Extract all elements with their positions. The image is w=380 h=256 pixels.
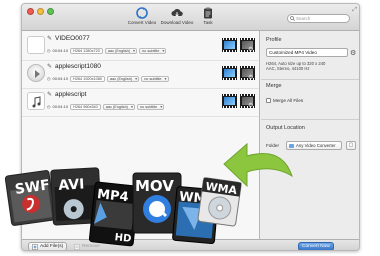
video-info-badge: H264 1920x1080 — [70, 75, 106, 82]
toolbar: Convert Video Download Video Task Search — [22, 4, 359, 31]
remove-button[interactable]: Remove — [70, 242, 104, 250]
profile-value: Customized MP4 Video — [269, 50, 317, 55]
gear-icon: ⚙ — [248, 103, 254, 109]
video-settings-icon[interactable]: ⚙ — [240, 94, 255, 109]
file-thumbnail — [27, 92, 45, 110]
gear-icon: ⚙ — [248, 47, 254, 53]
fullscreen-icon[interactable]: ⤢ — [352, 7, 357, 14]
edit-pencil-icon[interactable]: ✎ — [47, 35, 52, 42]
file-item[interactable]: ✎ applescript1080 ◷ 00:04:10 H264 1920x1… — [22, 61, 259, 89]
task-button[interactable]: Task — [188, 7, 228, 25]
file-duration: 00:04:10 — [52, 48, 69, 53]
subtitle-select[interactable]: no subtitle — [139, 47, 167, 54]
profile-heading: Profile — [266, 37, 282, 43]
film-strip-top — [240, 66, 255, 68]
merge-heading: Merge — [266, 83, 282, 89]
film-frame — [224, 41, 235, 49]
film-strip-bottom — [222, 78, 237, 80]
window-controls — [27, 8, 54, 15]
search-icon — [290, 16, 295, 21]
divider — [261, 79, 359, 80]
output-folder-value: Any Video Converter — [296, 143, 336, 148]
film-strip-bottom — [222, 106, 237, 108]
divider — [261, 119, 359, 120]
add-file-icon — [32, 243, 38, 250]
add-files-label: Add File(s) — [40, 244, 64, 249]
clock-icon: ◷ — [47, 76, 51, 81]
edit-video-icon[interactable] — [222, 66, 237, 80]
audio-track-select[interactable]: aac (English) — [104, 47, 138, 54]
file-meta: ◷ 00:04:10 H264 1280x720 aac (English) n… — [47, 46, 167, 55]
film-strip-top — [222, 38, 237, 40]
task-label: Task — [203, 20, 213, 25]
film-strip-top — [222, 66, 237, 68]
output-heading: Output Location — [266, 125, 305, 131]
clock-icon: ◷ — [47, 104, 51, 109]
remove-file-icon — [74, 243, 80, 250]
subtitle-select[interactable]: no subtitle — [141, 75, 169, 82]
minimize-window-button[interactable] — [37, 8, 44, 15]
folder-icon — [289, 144, 294, 148]
convert-now-button[interactable]: Convert Now — [298, 242, 334, 250]
video-info-badge: H264 960x540 — [70, 103, 101, 110]
folder-label: Folder — [266, 143, 280, 148]
film-strip-top — [240, 94, 255, 96]
output-folder-select[interactable]: Any Video Converter — [286, 141, 342, 150]
film-frame — [224, 97, 235, 105]
film-frame — [224, 69, 235, 77]
convert-now-label: Convert Now — [302, 244, 330, 249]
file-list[interactable]: ✎ VIDEO0077 ◷ 00:04:10 H264 1280x720 aac… — [22, 31, 260, 239]
browse-folder-button[interactable]: ▢ — [346, 141, 356, 150]
close-window-button[interactable] — [27, 8, 34, 15]
gear-icon[interactable]: ⚙ — [350, 49, 356, 57]
video-info-badge: H264 1280x720 — [70, 47, 103, 54]
search-placeholder: Search — [296, 16, 311, 21]
video-settings-icon[interactable]: ⚙ — [240, 38, 255, 53]
edit-video-icon[interactable] — [222, 94, 237, 108]
edit-pencil-icon[interactable]: ✎ — [47, 91, 52, 98]
zoom-window-button[interactable] — [47, 8, 54, 15]
convert-icon — [136, 7, 148, 19]
profile-description: H264, Auto size up to 320 x 240 AAC, Ste… — [266, 61, 325, 71]
audio-track-select[interactable]: aac (English) — [102, 103, 135, 110]
merge-all-checkbox[interactable]: Merge All Files — [266, 98, 303, 103]
subtitle-select[interactable]: no subtitle — [136, 103, 165, 110]
edit-video-icon[interactable] — [222, 38, 237, 52]
convert-video-label: Convert Video — [127, 20, 157, 25]
app-window: Convert Video Download Video Task Search — [21, 3, 360, 251]
file-thumbnail — [27, 64, 45, 82]
gear-icon: ⚙ — [248, 75, 254, 81]
search-input[interactable]: Search — [287, 14, 350, 23]
bottom-bar: Add File(s) Remove Convert Now — [22, 239, 359, 250]
play-icon — [35, 70, 40, 78]
file-meta: ◷ 00:04:10 H264 960x540 aac (English) no… — [47, 102, 165, 111]
profile-audio-desc: AAC, Stereo, 44100 Hz — [266, 66, 310, 71]
checkbox[interactable] — [266, 98, 271, 103]
film-strip-top — [240, 38, 255, 40]
remove-label: Remove — [82, 244, 100, 249]
settings-panel: Profile Customized MP4 Video ⚙ H264, Aut… — [261, 31, 359, 239]
film-strip-top — [222, 94, 237, 96]
file-duration: 00:04:10 — [52, 104, 69, 109]
cloud-download-icon — [171, 9, 183, 17]
film-strip-bottom — [222, 50, 237, 52]
convert-video-button[interactable]: Convert Video — [122, 7, 162, 25]
music-note-icon — [32, 96, 41, 108]
file-title[interactable]: applescript — [55, 91, 86, 98]
file-duration: 00:04:10 — [52, 76, 69, 81]
file-title[interactable]: VIDEO0077 — [55, 35, 90, 42]
edit-pencil-icon[interactable]: ✎ — [47, 63, 52, 70]
merge-all-label: Merge All Files — [273, 98, 304, 103]
add-files-button[interactable]: Add File(s) — [28, 242, 68, 250]
file-title[interactable]: applescript1080 — [55, 63, 101, 70]
profile-select[interactable]: Customized MP4 Video — [266, 48, 348, 57]
audio-track-select[interactable]: aac (English) — [107, 75, 140, 82]
clipboard-icon — [204, 7, 212, 19]
file-item[interactable]: ✎ VIDEO0077 ◷ 00:04:10 H264 1280x720 aac… — [22, 33, 259, 61]
clock-icon: ◷ — [47, 48, 51, 53]
file-meta: ◷ 00:04:10 H264 1920x1080 aac (English) … — [47, 74, 169, 83]
file-thumbnail — [27, 36, 45, 54]
video-settings-icon[interactable]: ⚙ — [240, 66, 255, 81]
file-item[interactable]: ✎ applescript ◷ 00:04:10 H264 960x540 aa… — [22, 89, 259, 117]
